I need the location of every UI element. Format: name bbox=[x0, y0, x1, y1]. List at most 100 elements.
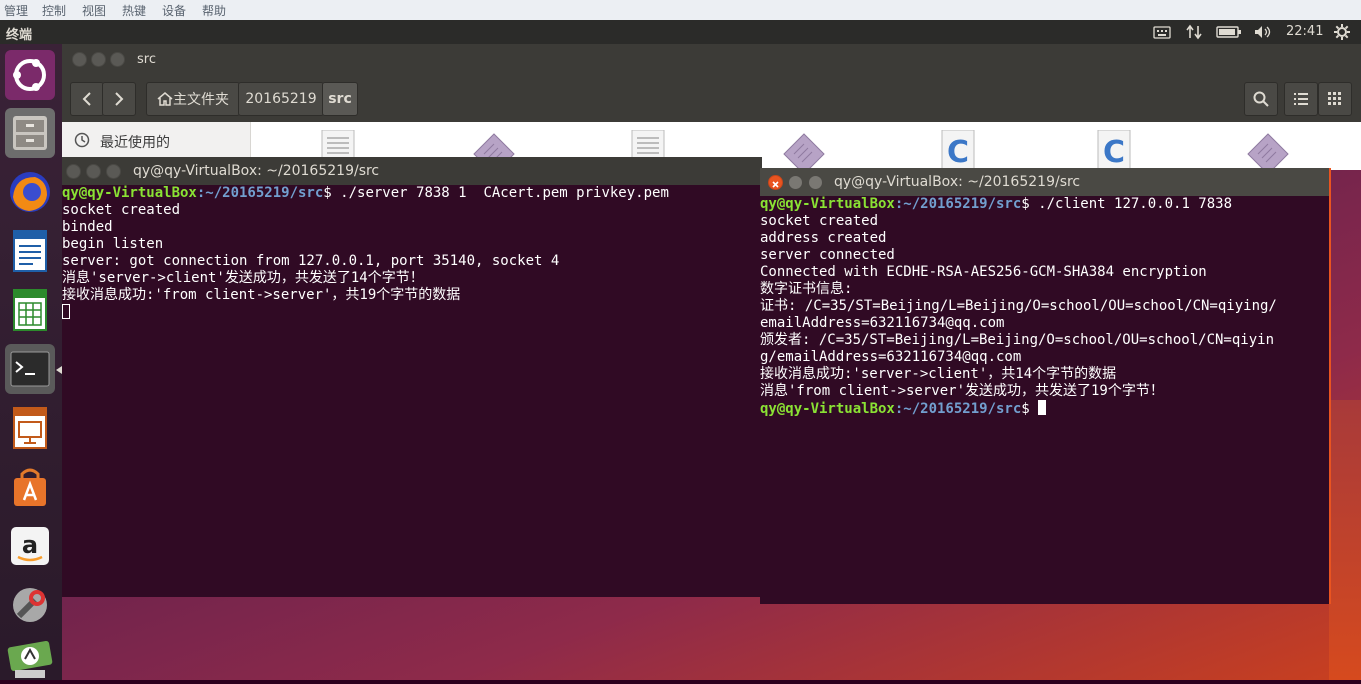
gear-icon[interactable] bbox=[1334, 24, 1350, 40]
top-panel: 终端 22:41 bbox=[0, 20, 1361, 44]
grid-view-icon bbox=[1328, 92, 1341, 105]
term-server-maximize-button[interactable] bbox=[106, 164, 121, 179]
menu-devices[interactable]: 设备 bbox=[162, 2, 186, 19]
term-client-minimize-button[interactable] bbox=[788, 175, 803, 190]
prompt-path: :~/20165219/src bbox=[196, 185, 324, 201]
software-updater-icon bbox=[7, 641, 53, 678]
clock-icon bbox=[74, 132, 90, 148]
terminal-title-client: qy@qy-VirtualBox: ~/20165219/src bbox=[834, 174, 1081, 190]
c-source-file-icon[interactable]: C bbox=[938, 130, 978, 170]
c-source-file-icon-2[interactable]: C bbox=[1094, 130, 1134, 170]
output-line: 消息'from client->server'发送成功，共发送了19个字节！ bbox=[760, 383, 1164, 399]
panel-clock[interactable]: 22:41 bbox=[1286, 24, 1323, 39]
output-line: 数字证书信息: bbox=[760, 281, 853, 297]
prompt-user: qy@qy-VirtualBox bbox=[760, 401, 895, 417]
binary-file-icon-3[interactable] bbox=[1246, 132, 1290, 170]
menu-hotkey[interactable]: 热键 bbox=[122, 2, 146, 19]
prompt-suffix: $ bbox=[1021, 401, 1039, 417]
output-line: 接收消息成功:'from client->server'，共19个字节的数据 bbox=[62, 287, 461, 303]
output-line: 证书: /C=35/ST=Beijing/L=Beijing/O=school/… bbox=[760, 298, 1277, 314]
home-icon bbox=[157, 92, 173, 106]
launcher-writer[interactable] bbox=[5, 226, 55, 276]
menu-control[interactable]: 控制 bbox=[42, 2, 66, 19]
launcher-software[interactable] bbox=[5, 462, 55, 512]
terminal-output-client[interactable]: qy@qy-VirtualBox:~/20165219/src$ ./clien… bbox=[760, 196, 1277, 418]
grid-view-button[interactable] bbox=[1318, 82, 1352, 116]
panel-app-title: 终端 bbox=[6, 28, 33, 43]
prompt-user: qy@qy-VirtualBox bbox=[760, 196, 895, 212]
breadcrumb-home-label: 主文件夹 bbox=[173, 92, 229, 108]
terminal-cursor-hollow bbox=[62, 304, 70, 319]
term-server-close-button[interactable] bbox=[66, 164, 81, 179]
launcher-terminal[interactable] bbox=[5, 344, 55, 394]
terminal-window-client[interactable]: qy@qy-VirtualBox: ~/20165219/src qy@qy-V… bbox=[760, 168, 1331, 604]
output-line: address created bbox=[760, 230, 887, 246]
chevron-left-icon bbox=[82, 92, 91, 106]
shopping-bag-icon bbox=[14, 468, 46, 506]
breadcrumb-src[interactable]: src bbox=[322, 82, 358, 116]
file-cabinet-icon bbox=[13, 116, 47, 150]
volume-icon[interactable] bbox=[1253, 24, 1273, 40]
output-line: Connected with ECDHE-RSA-AES256-GCM-SHA3… bbox=[760, 264, 1207, 280]
search-button[interactable] bbox=[1244, 82, 1278, 116]
calc-icon bbox=[13, 289, 47, 331]
fm-maximize-button[interactable] bbox=[110, 52, 125, 67]
breadcrumb-20165219[interactable]: 20165219 bbox=[238, 82, 324, 116]
back-button[interactable] bbox=[70, 82, 104, 116]
dash-button[interactable] bbox=[5, 50, 55, 100]
sidebar-item-recent[interactable]: 最近使用的 bbox=[100, 132, 170, 152]
firefox-icon bbox=[10, 172, 50, 212]
launcher-calc[interactable] bbox=[5, 285, 55, 335]
output-line: 消息'server->client'发送成功，共发送了14个字节！ bbox=[62, 270, 424, 286]
term-client-maximize-button[interactable] bbox=[808, 175, 823, 190]
forward-button[interactable] bbox=[102, 82, 136, 116]
ubuntu-logo-icon bbox=[13, 59, 46, 91]
fm-close-button[interactable] bbox=[72, 52, 87, 67]
list-view-button[interactable] bbox=[1284, 82, 1318, 116]
chevron-right-icon bbox=[115, 92, 124, 106]
output-line: socket created bbox=[62, 202, 181, 218]
prompt-path: :~/20165219/src bbox=[894, 401, 1022, 417]
launcher-impress[interactable] bbox=[5, 403, 55, 453]
output-line: server: got connection from 127.0.0.1, p… bbox=[62, 253, 560, 269]
file-manager-window: src 主文件夹 20165219 src 最近使用的 C C bbox=[62, 44, 1361, 170]
term-server-minimize-button[interactable] bbox=[86, 164, 101, 179]
wrench-icon bbox=[13, 588, 47, 622]
keyboard-icon[interactable] bbox=[1153, 24, 1171, 40]
binary-file-icon-2[interactable] bbox=[782, 132, 826, 170]
menu-manage[interactable]: 管理 bbox=[4, 2, 28, 19]
search-icon bbox=[1253, 91, 1269, 107]
prompt-user: qy@qy-VirtualBox bbox=[62, 185, 197, 201]
breadcrumb-home[interactable]: 主文件夹 bbox=[146, 82, 240, 116]
command-text: $ ./server 7838 1 CAcert.pem privkey.pem bbox=[323, 185, 669, 201]
launcher: a bbox=[0, 44, 62, 680]
output-line: binded bbox=[62, 219, 113, 235]
close-icon bbox=[772, 181, 779, 188]
output-line: server connected bbox=[760, 247, 895, 263]
launcher-updater[interactable] bbox=[5, 624, 55, 680]
server-command-line: qy@qy-VirtualBox:~/20165219/src$ ./serve… bbox=[62, 185, 669, 202]
writer-icon bbox=[13, 230, 47, 272]
launcher-settings[interactable] bbox=[5, 580, 55, 630]
amazon-icon: a bbox=[11, 527, 49, 565]
terminal-window-server[interactable]: qy@qy-VirtualBox: ~/20165219/src qy@qy-V… bbox=[62, 157, 762, 597]
terminal-title-server: qy@qy-VirtualBox: ~/20165219/src bbox=[133, 163, 380, 179]
term-client-close-button[interactable] bbox=[768, 175, 783, 190]
impress-icon bbox=[13, 407, 47, 449]
svg-text:a: a bbox=[22, 531, 38, 559]
network-icon[interactable] bbox=[1186, 24, 1202, 40]
terminal-output-server[interactable]: qy@qy-VirtualBox:~/20165219/src$ ./serve… bbox=[62, 185, 669, 322]
breadcrumb-src-label: src bbox=[328, 91, 352, 107]
menu-help[interactable]: 帮助 bbox=[202, 2, 226, 19]
breadcrumb-20165219-label: 20165219 bbox=[245, 91, 317, 107]
output-line: begin listen bbox=[62, 236, 164, 252]
launcher-amazon[interactable]: a bbox=[5, 521, 55, 571]
battery-icon[interactable] bbox=[1216, 24, 1242, 40]
launcher-firefox[interactable] bbox=[5, 167, 55, 217]
menu-view[interactable]: 视图 bbox=[82, 2, 106, 19]
fm-minimize-button[interactable] bbox=[91, 52, 106, 67]
output-line: 接收消息成功:'server->client'，共14个字节的数据 bbox=[760, 366, 1117, 382]
list-view-icon bbox=[1294, 93, 1308, 105]
launcher-files[interactable] bbox=[5, 108, 55, 158]
terminal-icon bbox=[10, 351, 50, 387]
